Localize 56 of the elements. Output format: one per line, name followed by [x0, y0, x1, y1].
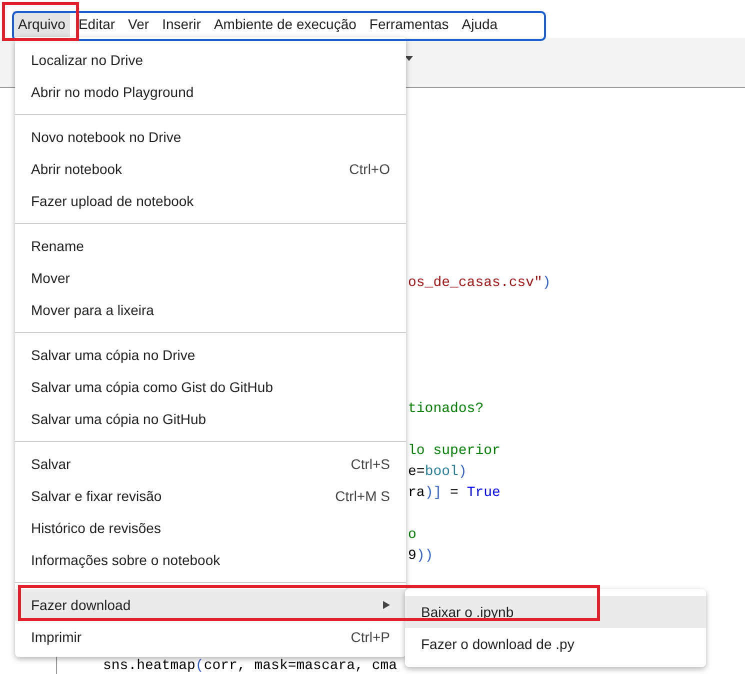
menu-title[interactable]: Inserir — [157, 11, 206, 37]
menu-item-label: Localizar no Drive — [31, 52, 144, 68]
menu-item-label: Salvar e fixar revisão — [31, 488, 162, 504]
code-line: o — [408, 526, 416, 545]
menu-item[interactable]: Novo notebook no Drive — [15, 121, 406, 153]
menu-item-label: Salvar — [31, 456, 71, 472]
menu-item[interactable]: Abrir no modo Playground — [15, 76, 406, 108]
menu-item-label: Informações sobre o notebook — [31, 552, 220, 568]
menu-item[interactable]: Rename — [15, 230, 406, 262]
caret-icon[interactable] — [405, 56, 413, 61]
code-line: os_de_casas.csv") — [408, 274, 551, 293]
menu-item-label: Mover — [31, 270, 70, 286]
menu-title[interactable]: Arquivo — [13, 11, 70, 37]
menu-item[interactable]: Fazer o download de .py — [405, 628, 706, 660]
menu-title[interactable]: Editar — [73, 11, 120, 37]
menu-item-label: Novo notebook no Drive — [31, 129, 182, 145]
menu-item-label: Mover para a lixeira — [31, 302, 154, 318]
menu-item[interactable]: Mover para a lixeira — [15, 294, 406, 326]
menu-item-label: Salvar uma cópia no Drive — [31, 347, 196, 363]
menu-title[interactable]: Ver — [123, 11, 154, 37]
shortcut: Ctrl+S — [350, 456, 390, 472]
menu-item[interactable]: Fazer download — [15, 589, 406, 621]
menu-item-label: Salvar uma cópia no GitHub — [31, 411, 206, 427]
shortcut: Ctrl+M S — [335, 488, 390, 504]
submenu-arrow-icon — [383, 601, 390, 609]
menu-title[interactable]: Ajuda — [456, 11, 503, 37]
shortcut: Ctrl+P — [350, 629, 390, 645]
menu-item[interactable]: Localizar no Drive — [15, 44, 406, 76]
shortcut: Ctrl+O — [349, 161, 390, 177]
menu-item[interactable]: Imprimir Ctrl+P — [15, 621, 406, 653]
menu-title[interactable]: Ambiente de execução — [208, 11, 362, 37]
code-line: tionados? — [408, 400, 484, 419]
menu-item-label: Fazer upload de notebook — [31, 193, 194, 209]
menu-item[interactable]: Histórico de revisões — [15, 512, 406, 544]
code-line: sns.heatmap(corr, mask=mascara, cma — [103, 657, 398, 674]
code-line: ra)] = True — [408, 484, 500, 503]
menu-item[interactable]: Salvar Ctrl+S — [15, 448, 406, 480]
menu-item[interactable]: Fazer upload de notebook — [15, 185, 406, 217]
menu-item[interactable]: Salvar uma cópia no GitHub — [15, 403, 406, 435]
menu-item-label: Fazer download — [31, 597, 131, 613]
menu-item[interactable]: Mover — [15, 262, 406, 294]
code-line: lo superior — [408, 442, 500, 461]
menu-title[interactable]: Ferramentas — [364, 11, 454, 37]
menu-item-label: Imprimir — [31, 629, 82, 645]
menu-item[interactable]: Salvar e fixar revisão Ctrl+M S — [15, 480, 406, 512]
code-line: 9)) — [408, 547, 434, 566]
menu-item[interactable]: Informações sobre o notebook — [15, 544, 406, 576]
menu-item[interactable]: Abrir notebook Ctrl+O — [15, 153, 406, 185]
menu-item-label: Histórico de revisões — [31, 520, 161, 536]
menu-item-label: Rename — [31, 238, 84, 254]
menu-item-label: Salvar uma cópia como Gist do GitHub — [31, 379, 273, 395]
menu-item[interactable]: Salvar uma cópia no Drive — [15, 339, 406, 371]
menu-item-label: Abrir notebook — [31, 161, 122, 177]
menu-item-label: Abrir no modo Playground — [31, 84, 194, 100]
menu-item[interactable]: Salvar uma cópia como Gist do GitHub — [15, 371, 406, 403]
code-line: e=bool) — [408, 463, 467, 482]
